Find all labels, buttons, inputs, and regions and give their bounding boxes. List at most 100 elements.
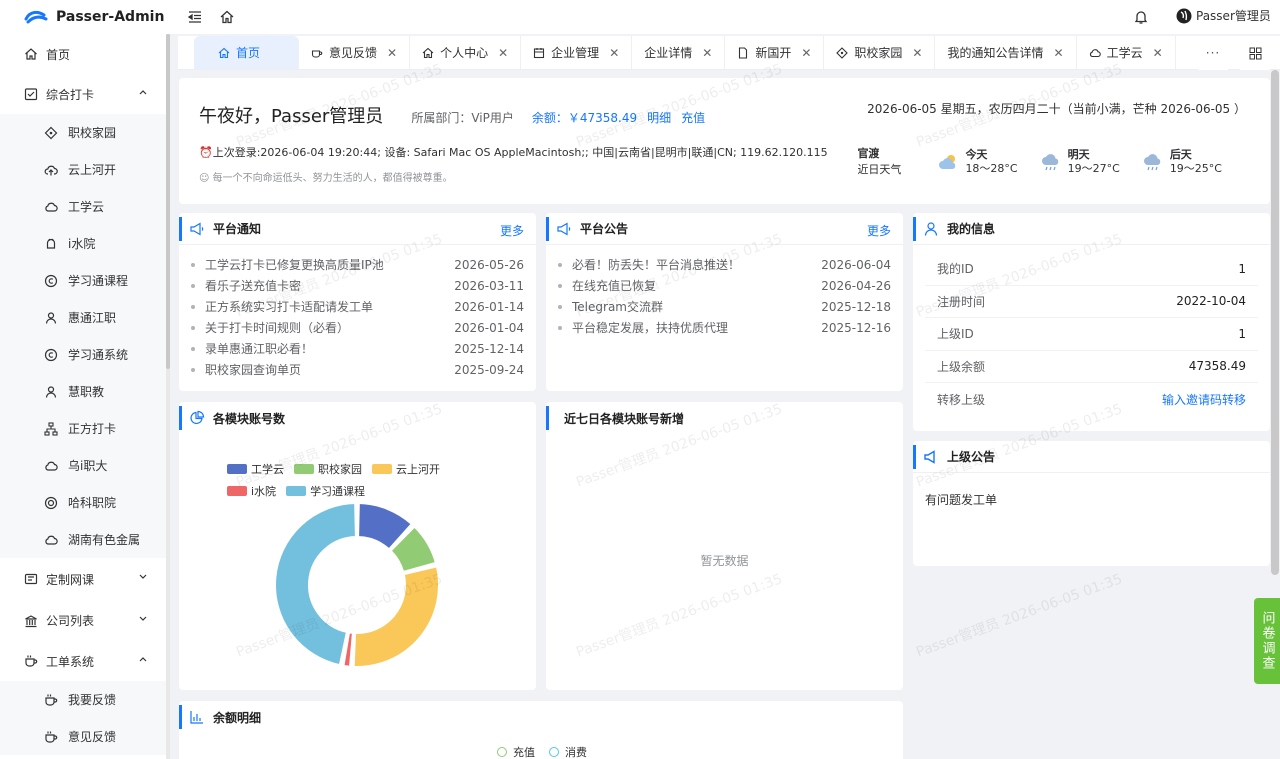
list-item[interactable]: 工学云打卡已修复更换高质量IP池 2026-05-26 [191, 254, 524, 275]
sidebar-item-huitong[interactable]: 惠通江职 [0, 299, 166, 336]
motto: ☺ 每一个不向命运低头、努力生活的人，都值得被尊重。 [199, 169, 453, 184]
platform-notice-card: 平台通知 更多 工学云打卡已修复更换高质量IP池 2026-05-26 看乐子送充… [179, 213, 536, 391]
close-icon[interactable]: ✕ [912, 46, 922, 60]
sidebar-item-yunshang[interactable]: 云上河开 [0, 151, 166, 188]
survey-button[interactable]: 问卷调查 [1254, 598, 1280, 684]
android-icon [44, 237, 58, 251]
sidebar-group-checkin[interactable]: 综合打卡 [0, 74, 166, 114]
list-item[interactable]: 录单惠通江职必看！ 2025-12-14 [191, 338, 524, 359]
list-item[interactable]: 看乐子送充值卡密 2026-03-11 [191, 275, 524, 296]
alarm-icon: ⏰ [199, 146, 213, 159]
legend-item[interactable]: 消费 [549, 744, 587, 759]
notice-date: 2026-03-11 [454, 278, 524, 293]
announce-date: 2026-04-26 [821, 278, 891, 293]
home-icon [422, 47, 434, 58]
notice-title: 看乐子送充值卡密 [205, 279, 302, 293]
sidebar-item-wuizhida[interactable]: 乌i职大 [0, 447, 166, 484]
sidebar-item-hunan[interactable]: 湖南有色金属 [0, 521, 166, 558]
recharge-link[interactable]: 充值 [681, 109, 705, 126]
platform-announce-card: 平台公告 更多 必看！防丢失！平台消息推送！ 2026-06-04 在线充值已恢复… [546, 213, 903, 391]
weather-location: 官渡 近日天气 [857, 146, 901, 178]
tab-home[interactable]: 首页 [194, 36, 300, 69]
tab-label: 意见反馈 [329, 46, 378, 60]
list-item[interactable]: 在线充值已恢复 2026-04-26 [558, 275, 891, 296]
home-icon[interactable] [217, 7, 237, 27]
balance-detail-link[interactable]: 明细 [647, 109, 671, 126]
motto-text: 每一个不向命运低头、努力生活的人，都值得被尊重。 [212, 173, 453, 184]
tab-label: 我的通知公告详情 [947, 46, 1044, 60]
sidebar-group-company[interactable]: 公司列表 [0, 600, 166, 641]
weather-sub: 近日天气 [857, 163, 902, 176]
notice-date: 2025-12-14 [454, 341, 524, 356]
sidebar-item-feedback[interactable]: 意见反馈 [0, 718, 166, 755]
donut-slice-3[interactable] [352, 565, 440, 668]
tab-company-manage[interactable]: 企业管理 ✕ [521, 36, 633, 69]
sidebar-item-zhengfang[interactable]: 正方打卡 [0, 410, 166, 447]
list-item[interactable]: Telegram交流群 2025-12-18 [558, 296, 891, 317]
collapse-menu-icon[interactable] [185, 7, 205, 27]
close-icon[interactable]: ✕ [387, 46, 397, 60]
sidebar-item-xuexitong-course[interactable]: 学习通课程 [0, 262, 166, 299]
sidebar-item-label: 工学云 [68, 200, 105, 214]
list-item[interactable]: 必看！防丢失！平台消息推送！ 2026-06-04 [558, 254, 891, 275]
card-title: 我的信息 [947, 222, 996, 236]
sidebar-group-custom-course[interactable]: 定制网课 [0, 558, 166, 600]
diamond-icon [44, 126, 58, 140]
sidebar-item-zhixiao[interactable]: 职校家园 [0, 114, 166, 151]
tab-more-button[interactable]: ··· [1198, 36, 1228, 70]
close-icon[interactable]: ✕ [702, 46, 712, 60]
more-link[interactable]: 更多 [500, 222, 524, 239]
cloud-icon [1089, 48, 1101, 57]
megaphone-icon [924, 449, 935, 464]
main-scrollbar[interactable] [1271, 70, 1279, 575]
sidebar-item-gongxueyun[interactable]: 工学云 [0, 188, 166, 225]
legend-item[interactable]: 充值 [497, 744, 535, 759]
tab-company-detail[interactable]: 企业详情 ✕ [632, 36, 726, 69]
list-item[interactable]: 关于打卡时间规则（必看） 2026-01-04 [191, 317, 524, 338]
list-item[interactable]: 职校家园查询单页 2025-09-24 [191, 359, 524, 380]
tab-feedback[interactable]: 意见反馈 ✕ [299, 36, 411, 69]
tab-profile[interactable]: 个人中心 ✕ [410, 36, 522, 69]
sidebar-item-label: 云上河开 [68, 163, 117, 177]
megaphone-icon [557, 221, 571, 236]
sidebar-group-ticket[interactable]: 工单系统 [0, 641, 166, 681]
weekly-new-card: 近七日各模块账号新增 暂无数据 [546, 402, 903, 690]
list-item[interactable]: 平台稳定发展，扶持优质代理 2025-12-16 [558, 317, 891, 338]
card-title: 平台通知 [213, 222, 262, 236]
card-header: 上级公告 [913, 441, 1270, 473]
close-icon[interactable]: ✕ [1153, 46, 1163, 60]
logo[interactable]: Passer-Admin [0, 9, 170, 25]
donut-slice-5[interactable] [274, 502, 357, 667]
bell-icon[interactable] [1131, 7, 1151, 27]
sidebar-item-ishuiyuan[interactable]: i水院 [0, 225, 166, 262]
tab-xinguokai[interactable]: 新国开 ✕ [725, 36, 825, 69]
grid-icon[interactable] [1240, 36, 1270, 70]
notice-title: 正方系统实习打卡适配请发工单 [205, 300, 374, 314]
notice-title: 录单惠通江职必看！ [205, 342, 314, 356]
notice-title: 关于打卡时间规则（必看） [205, 321, 350, 335]
close-icon[interactable]: ✕ [498, 46, 508, 60]
sidebar-item-hake[interactable]: 哈科职院 [0, 484, 166, 521]
close-icon[interactable]: ✕ [801, 46, 811, 60]
sidebar-item-huizhijiao[interactable]: 慧职教 [0, 373, 166, 410]
more-link[interactable]: 更多 [867, 222, 891, 239]
tab-zhixiao[interactable]: 职校家园 ✕ [824, 36, 936, 69]
notice-date: 2026-05-26 [454, 257, 524, 272]
close-icon[interactable]: ✕ [609, 46, 619, 60]
card-header: 我的信息 [913, 213, 1270, 245]
sidebar-item-home[interactable]: 首页 [0, 34, 166, 74]
sidebar-scrollbar[interactable] [166, 34, 170, 759]
tab-notice-detail[interactable]: 我的通知公告详情 ✕ [935, 36, 1077, 69]
user-name: Passer管理员 [1196, 9, 1271, 23]
close-icon[interactable]: ✕ [1054, 46, 1064, 60]
balance-label: 余额：￥47358.49 [531, 111, 638, 125]
tab-gongxueyun[interactable]: 工学云 ✕ [1077, 36, 1176, 69]
sidebar-item-label: 定制网课 [46, 572, 95, 587]
transfer-superior-link[interactable]: 输入邀请码转移 [1162, 391, 1246, 408]
sidebar-item-my-feedback[interactable]: 我要反馈 [0, 681, 166, 718]
avatar [1176, 8, 1192, 23]
list-item[interactable]: 正方系统实习打卡适配请发工单 2026-01-14 [191, 296, 524, 317]
sidebar-item-xuexitong-system[interactable]: 学习通系统 [0, 336, 166, 373]
user-menu[interactable]: Passer管理员 [1176, 7, 1271, 24]
balance-detail-card: 余额明细 充值 消费 [179, 701, 903, 759]
